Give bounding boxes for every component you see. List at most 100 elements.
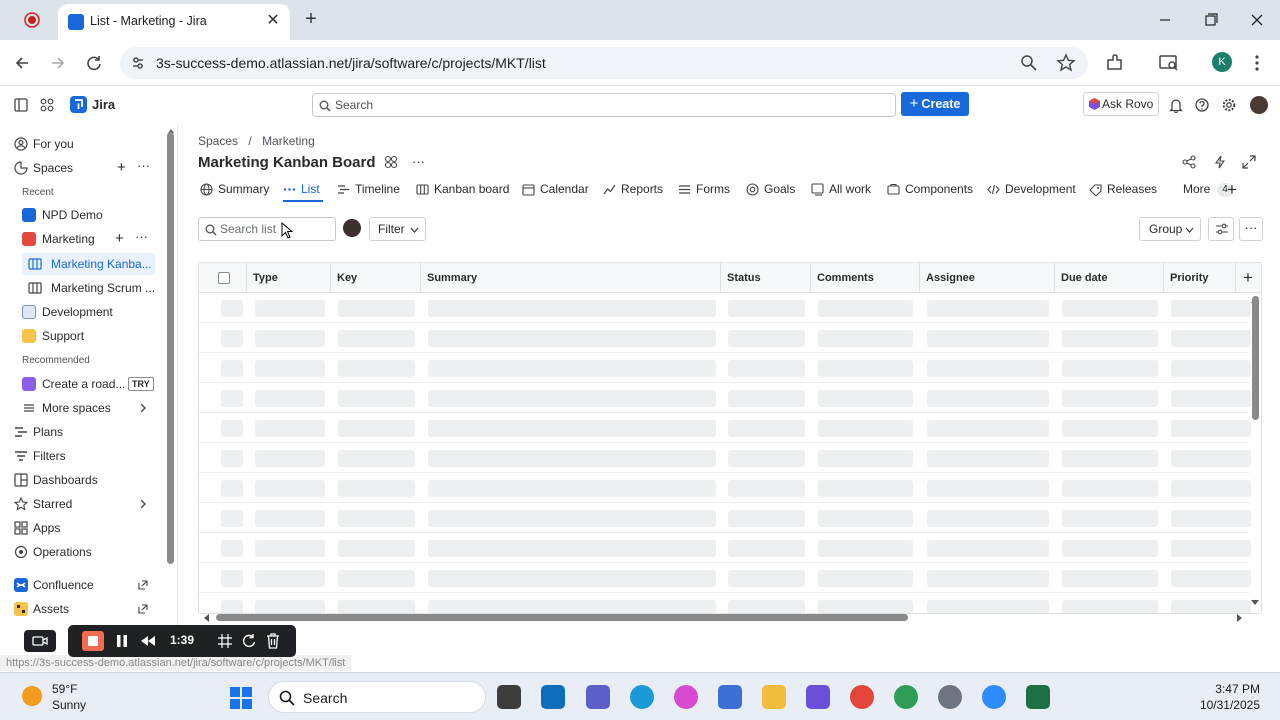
table-scroll-left-icon[interactable]: [202, 613, 210, 623]
group-button[interactable]: Group: [1139, 217, 1201, 241]
create-button[interactable]: + Create: [901, 92, 969, 116]
marketing-add-plus-icon[interactable]: +: [115, 229, 124, 249]
global-search-input[interactable]: Search: [312, 93, 896, 117]
cast-search-icon[interactable]: [1158, 52, 1180, 74]
column-header-type[interactable]: Type: [247, 263, 331, 293]
assignee-filter-avatar[interactable]: [343, 219, 361, 237]
forward-icon[interactable]: [47, 52, 69, 74]
zoom-icon[interactable]: [1020, 54, 1038, 72]
column-header-key[interactable]: Key: [331, 263, 421, 293]
add-space-plus-icon[interactable]: +: [117, 158, 126, 178]
sidebar-item-more-spaces[interactable]: More spaces: [22, 398, 152, 418]
site-info-icon[interactable]: [130, 55, 146, 71]
restart-icon[interactable]: [242, 633, 256, 649]
taskbar-teams-icon[interactable]: [586, 685, 610, 709]
app-switcher-icon[interactable]: [40, 98, 54, 112]
taskbar-file-explorer-icon[interactable]: [762, 685, 786, 709]
table-row[interactable]: [199, 413, 1251, 443]
filter-button[interactable]: Filter: [369, 217, 426, 241]
taskbar-outlook-icon[interactable]: [541, 685, 565, 709]
taskbar-clock-date[interactable]: 10/31/2025: [1188, 698, 1260, 712]
table-row[interactable]: [199, 593, 1251, 613]
fullscreen-icon[interactable]: [1242, 155, 1256, 169]
table-row[interactable]: [199, 503, 1251, 533]
taskbar-m365-icon[interactable]: [806, 685, 830, 709]
weather-temperature[interactable]: 59°F: [52, 682, 77, 696]
ask-rovo-button[interactable]: Ask Rovo: [1083, 92, 1159, 116]
table-row[interactable]: [199, 323, 1251, 353]
taskbar-store-icon[interactable]: [718, 685, 742, 709]
automation-lightning-icon[interactable]: [1213, 155, 1227, 169]
recorder-camera-button[interactable]: [24, 630, 56, 652]
taskbar-search-box[interactable]: Search: [268, 681, 486, 713]
add-column-plus-icon[interactable]: +: [1243, 269, 1253, 286]
table-vertical-scrollbar[interactable]: [1252, 296, 1259, 420]
url-text[interactable]: 3s-success-demo.atlassian.net/jira/softw…: [156, 55, 546, 71]
weather-condition[interactable]: Sunny: [52, 698, 86, 712]
tab-close-icon[interactable]: ✕: [264, 12, 282, 30]
taskbar-chrome-profile-icon[interactable]: [894, 685, 918, 709]
restore-icon[interactable]: [1200, 10, 1222, 30]
sidebar-item-starred[interactable]: Starred: [14, 494, 150, 514]
table-row[interactable]: [199, 473, 1251, 503]
browser-tab[interactable]: List - Marketing - Jira ✕: [58, 4, 290, 40]
breadcrumb-marketing-link[interactable]: Marketing: [262, 134, 315, 148]
close-window-icon[interactable]: [1246, 10, 1268, 30]
extensions-icon[interactable]: [1104, 52, 1126, 74]
column-header-priority[interactable]: Priority: [1164, 263, 1236, 293]
title-more-icon[interactable]: ···: [412, 154, 425, 169]
help-icon[interactable]: [1195, 98, 1209, 112]
taskbar-zoom-icon[interactable]: [982, 685, 1006, 709]
browser-menu-icon[interactable]: [1246, 52, 1268, 74]
table-scroll-down-icon[interactable]: [1250, 599, 1260, 607]
taskbar-chrome-icon[interactable]: [850, 685, 874, 709]
sidebar-item-spaces[interactable]: Spaces + ···: [14, 158, 164, 178]
back-icon[interactable]: [11, 52, 33, 74]
reload-icon[interactable]: [83, 52, 105, 74]
taskbar-copilot-icon[interactable]: [674, 685, 698, 709]
search-list-input[interactable]: Search list: [198, 217, 336, 241]
table-row[interactable]: [199, 293, 1251, 323]
bookmark-star-icon[interactable]: [1056, 53, 1076, 73]
view-settings-button[interactable]: [1208, 217, 1234, 241]
jira-logo-icon[interactable]: [70, 96, 87, 113]
table-scroll-right-icon[interactable]: [1236, 613, 1244, 623]
share-icon[interactable]: [1182, 155, 1196, 169]
add-tab-plus-icon[interactable]: +: [1227, 181, 1237, 198]
stop-recording-button[interactable]: [82, 631, 104, 651]
sidebar-scrollbar[interactable]: [167, 132, 174, 564]
taskbar-task-view-icon[interactable]: [497, 685, 521, 709]
taskbar-clock-time[interactable]: 3:47 PM: [1200, 682, 1260, 696]
more-actions-icon[interactable]: ···: [1239, 217, 1263, 241]
jira-app-name[interactable]: Jira: [92, 97, 115, 112]
breadcrumb-spaces-link[interactable]: Spaces: [198, 134, 238, 148]
taskbar-settings-icon[interactable]: [938, 685, 962, 709]
browser-profile-avatar[interactable]: K: [1212, 52, 1232, 72]
select-all-checkbox[interactable]: [218, 272, 230, 284]
windows-start-icon[interactable]: [230, 687, 252, 709]
new-tab-button[interactable]: +: [300, 9, 322, 31]
trash-icon[interactable]: [266, 633, 280, 649]
table-row[interactable]: [199, 533, 1251, 563]
table-row[interactable]: [199, 563, 1251, 593]
spaces-more-icon[interactable]: ···: [137, 156, 150, 176]
sidebar-item-confluence[interactable]: Confluence: [14, 575, 150, 595]
column-header-comments[interactable]: Comments: [811, 263, 920, 293]
user-avatar[interactable]: [1250, 96, 1268, 114]
team-icon[interactable]: [384, 155, 398, 169]
table-horizontal-scrollbar[interactable]: [216, 614, 908, 621]
notifications-bell-icon[interactable]: [1169, 98, 1183, 113]
rewind-icon[interactable]: [140, 635, 156, 647]
table-row[interactable]: [199, 353, 1251, 383]
sidebar-item-assets[interactable]: Assets: [14, 599, 150, 619]
marketing-more-icon[interactable]: ···: [135, 227, 148, 247]
weather-sun-icon[interactable]: [22, 686, 42, 706]
table-row[interactable]: [199, 443, 1251, 473]
taskbar-edge-icon[interactable]: [630, 685, 654, 709]
taskbar-excel-icon[interactable]: [1026, 685, 1050, 709]
sidebar-item-marketing[interactable]: Marketing + ···: [22, 229, 152, 249]
column-header-status[interactable]: Status: [721, 263, 811, 293]
column-header-summary[interactable]: Summary: [421, 263, 721, 293]
pause-icon[interactable]: [116, 634, 128, 648]
column-header-due-date[interactable]: Due date: [1055, 263, 1164, 293]
